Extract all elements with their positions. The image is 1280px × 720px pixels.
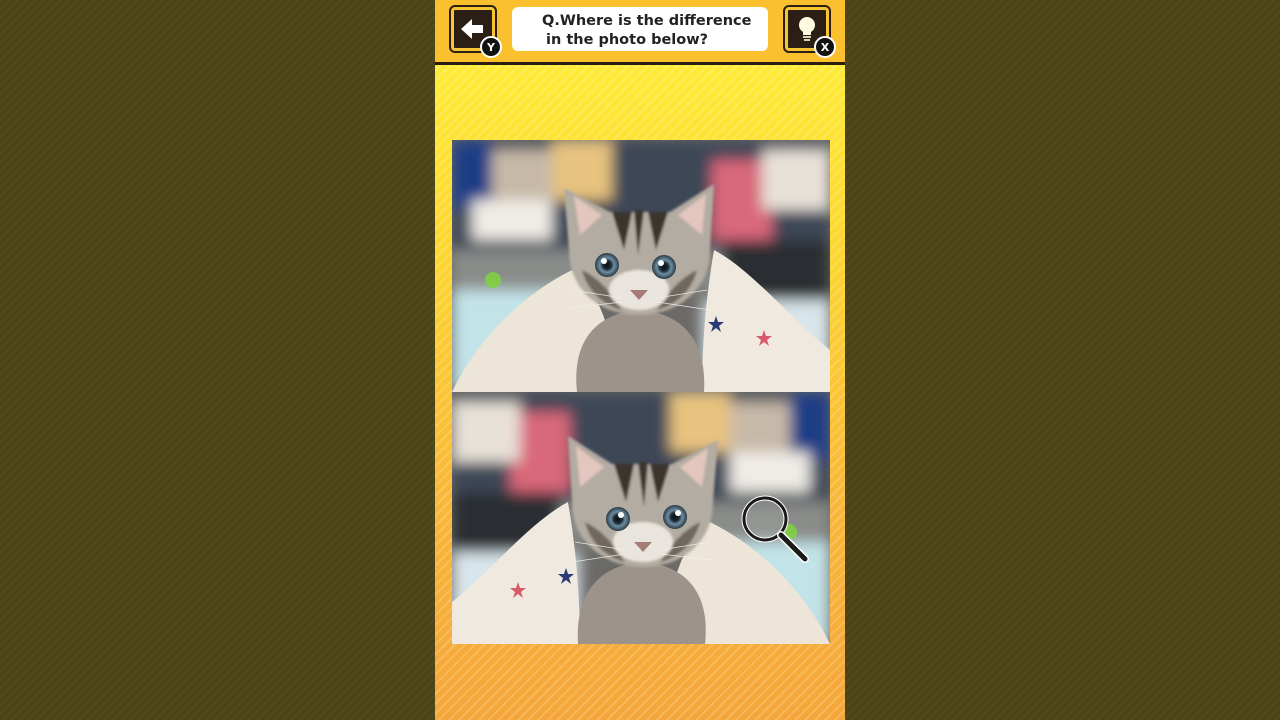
game-screen: Y Q.Where is the difference in the photo…: [435, 0, 845, 720]
magnifier-icon[interactable]: [739, 493, 811, 569]
y-key-badge: Y: [480, 36, 502, 58]
back-button[interactable]: Y: [449, 5, 502, 58]
hint-button[interactable]: X: [783, 5, 836, 58]
header-bar: Y Q.Where is the difference in the photo…: [435, 0, 845, 65]
question-text: Q.Where is the difference in the photo b…: [512, 7, 768, 51]
top-photo[interactable]: [452, 140, 830, 392]
question-line-2: in the photo below?: [546, 32, 709, 48]
x-key-badge: X: [814, 36, 836, 58]
question-line-1: Q.Where is the difference: [542, 13, 752, 29]
